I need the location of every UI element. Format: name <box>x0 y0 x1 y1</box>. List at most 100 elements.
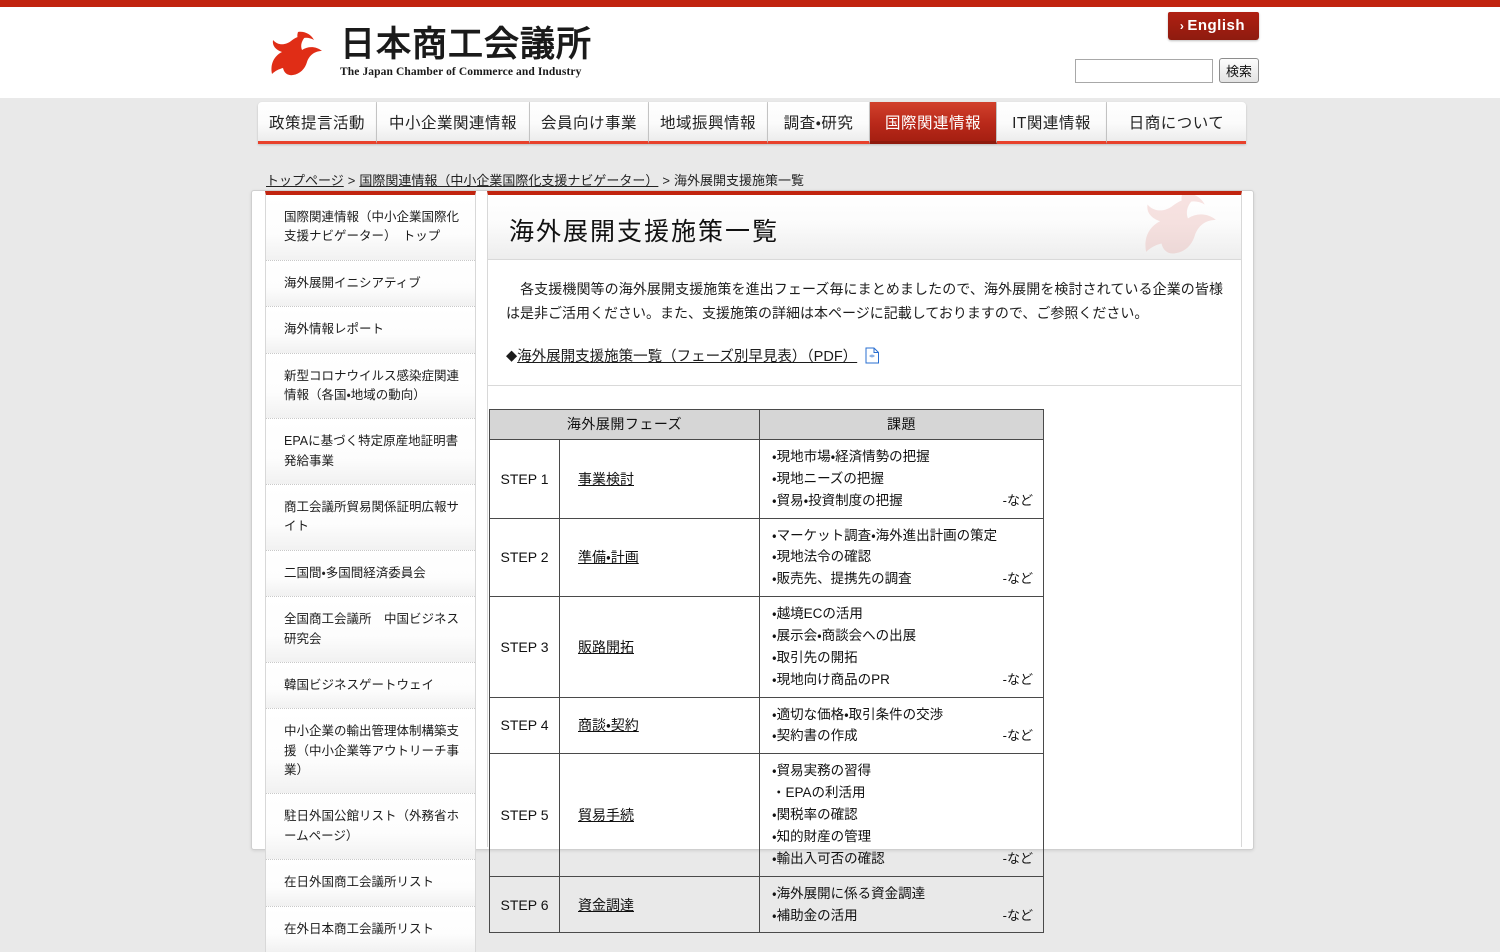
cell-phase: 準備・計画 <box>559 517 760 598</box>
task-line: ・EPAの利活用 <box>772 782 1033 804</box>
sidebar-item-9[interactable]: 中小企業の輸出管理体制構築支援（中小企業等アウトリーチ事業） <box>266 709 475 795</box>
task-text: ・契約書の作成 <box>772 728 858 744</box>
nav-item-0[interactable]: 政策提言活動 <box>258 102 377 144</box>
table-row: STEP 1 事業検討 ・現地市場・経済情勢の把握 ・現地ニーズの把握 ・貿易・投資制度… <box>489 439 1044 519</box>
nav-item-label: 日商について <box>1128 114 1225 132</box>
sidebar-navigation: 国際関連情報（中小企業国際化支援ナビゲーター） トップ海外展開イニシアティブ 海外… <box>265 191 476 952</box>
task-line: ・知的財産の管理 <box>772 826 1033 848</box>
sidebar-item-label: 海外情報レポート <box>284 322 385 337</box>
sidebar-item-12[interactable]: 在外日本商工会議所リスト <box>266 906 475 952</box>
cell-phase: 貿易手続 <box>559 753 760 877</box>
task-etc-label: -など <box>1002 671 1033 687</box>
task-text: ・現地市場・経済情勢の把握 <box>772 449 930 465</box>
task-etc-label: -など <box>1002 907 1033 923</box>
cell-phase: 事業検討 <box>559 439 760 519</box>
sidebar-item-1[interactable]: 海外展開イニシアティブ <box>266 260 475 308</box>
task-text: ・補助金の活用 <box>772 907 858 923</box>
sidebar-item-label: 在日外国商工会議所リスト <box>284 875 435 890</box>
task-line: ・現地法令の確認 <box>772 546 1033 568</box>
sidebar-item-10[interactable]: 駐日外国公館リスト（外務省ホームページ） <box>266 794 475 861</box>
nav-item-3[interactable]: 地域振興情報 <box>649 102 768 144</box>
task-text: ・展示会・商談会への出展 <box>772 628 917 644</box>
task-text: ・貿易実務の習得 <box>772 763 872 779</box>
table-body: STEP 1 事業検討 ・現地市場・経済情勢の把握 ・現地ニーズの把握 ・貿易・投資制度… <box>489 439 1044 934</box>
sidebar-item-label: 商工会議所貿易関係証明広報サイト <box>284 500 460 534</box>
phase-link[interactable]: 資金調達 <box>578 897 634 913</box>
nav-item-2[interactable]: 会員向け事業 <box>530 102 649 144</box>
phase-link[interactable]: 商談・契約 <box>578 717 639 733</box>
english-language-button[interactable]: › English <box>1167 12 1259 40</box>
cell-step: STEP 2 <box>489 517 560 598</box>
phase-link[interactable]: 販路開拓 <box>578 639 634 655</box>
logo-english-text: The Japan Chamber of Commerce and Indust… <box>340 65 582 78</box>
sidebar-item-label: 在外日本商工会議所リスト <box>284 921 435 936</box>
task-line: ・貿易・投資制度の把握 -など <box>772 490 1033 512</box>
sidebar-item-6[interactable]: 二国間・多国間経済委員会 <box>266 550 475 598</box>
nav-item-1[interactable]: 中小企業関連情報 <box>377 102 530 144</box>
nav-item-label: 会員向け事業 <box>540 114 637 132</box>
nav-item-6[interactable]: IT関連情報 <box>997 102 1107 144</box>
table-row: STEP 3 販路開拓 ・越境ECの活用・展示会・商談会への出展 ・取引先の開拓・現地… <box>489 596 1044 698</box>
pdf-document-icon[interactable] <box>865 347 880 364</box>
pdf-link[interactable]: 海外展開支援施策一覧（フェーズ別早見表）（PDF） <box>517 345 857 366</box>
sidebar-item-label: 中小企業の輸出管理体制構築支援（中小企業等アウトリーチ事業） <box>284 724 460 777</box>
sidebar-item-label: 国際関連情報（中小企業国際化支援ナビゲーター） トップ <box>284 210 460 244</box>
sidebar-item-label: 駐日外国公館リスト（外務省ホームページ） <box>284 809 460 843</box>
task-line: ・越境ECの活用 <box>772 603 1033 625</box>
cell-tasks: ・マーケット調査・海外進出計画の策定 ・現地法令の確認 ・販売先、提携先の調査 -など <box>759 517 1044 598</box>
sidebar-item-label: 海外展開イニシアティブ <box>284 275 421 290</box>
task-line: ・適切な価格・取引条件の交渉 <box>772 704 1033 726</box>
task-line: ・貿易実務の習得 <box>772 760 1033 782</box>
sidebar-item-2[interactable]: 海外情報レポート <box>266 307 475 354</box>
task-text: ・現地法令の確認 <box>772 549 872 565</box>
phase-link[interactable]: 貿易手続 <box>578 807 634 823</box>
breadcrumb-item-0[interactable]: トップページ <box>266 173 344 188</box>
task-etc-label: -など <box>1002 571 1033 587</box>
task-text: ・現地向け商品のPR <box>772 671 890 687</box>
cell-step: STEP 3 <box>489 596 560 698</box>
phase-link[interactable]: 事業検討 <box>578 471 634 487</box>
task-line: ・展示会・商談会への出展 <box>772 625 1033 647</box>
sidebar-item-5[interactable]: 商工会議所貿易関係証明広報サイト <box>266 485 475 551</box>
sidebar-item-label: 二国間・多国間経済委員会 <box>284 565 426 580</box>
task-line: ・販売先、提携先の調査 -など <box>772 568 1033 590</box>
column-header-task: 課題 <box>759 409 1044 441</box>
cell-step: STEP 5 <box>489 753 560 877</box>
sidebar-item-4[interactable]: EPAに基づく特定原産地証明書発給事業 <box>266 419 475 485</box>
sidebar-item-8[interactable]: 韓国ビジネスゲートウェイ <box>266 662 475 710</box>
breadcrumb-item-1[interactable]: 国際関連情報（中小企業国際化支援ナビゲーター） <box>359 173 658 188</box>
logo-japanese-text: 日本商工会議所 <box>340 25 593 64</box>
task-etc-label: -など <box>1002 728 1033 744</box>
cell-step: STEP 6 <box>489 875 560 934</box>
diamond-bullet-icon: ◆ <box>506 347 518 364</box>
column-header-phase: 海外展開フェーズ <box>489 409 760 441</box>
cell-tasks: ・適切な価格・取引条件の交渉 ・契約書の作成 -など <box>759 696 1044 755</box>
table-row: STEP 4 商談・契約 ・適切な価格・取引条件の交渉 ・契約書の作成 -など <box>489 696 1044 755</box>
phase-link[interactable]: 準備・計画 <box>578 549 639 565</box>
nav-item-5[interactable]: 国際関連情報 <box>870 102 997 144</box>
table-head: 海外展開フェーズ 課題 <box>489 409 1044 441</box>
task-text: ・適切な価格・取引条件の交渉 <box>772 706 944 722</box>
breadcrumb-item-2: 海外展開支援施策一覧 <box>673 173 804 188</box>
top-red-bar <box>0 0 1500 7</box>
task-line: ・関税率の確認 <box>772 804 1033 826</box>
task-line: ・補助金の活用 -など <box>772 905 1033 927</box>
sidebar-item-7[interactable]: 全国商工会議所 中国ビジネス研究会 <box>266 597 475 663</box>
task-line: ・契約書の作成 -など <box>772 725 1033 747</box>
sidebar-item-11[interactable]: 在日外国商工会議所リスト <box>266 860 475 907</box>
sidebar-item-label: 新型コロナウイルス感染症関連情報（各国・地域の動向） <box>284 368 460 402</box>
breadcrumb: トップページ > 国際関連情報（中小企業国際化支援ナビゲーター） > 海外展開支援施策一… <box>266 170 804 189</box>
task-line: ・現地向け商品のPR -など <box>772 669 1033 691</box>
table-row: STEP 5 貿易手続 ・貿易実務の習得・EPAの利活用 ・関税率の確認 ・知的財産の管… <box>489 753 1044 877</box>
sidebar-item-0[interactable]: 国際関連情報（中小企業国際化支援ナビゲーター） トップ <box>266 195 475 261</box>
cell-phase: 販路開拓 <box>559 596 760 698</box>
sidebar-item-3[interactable]: 新型コロナウイルス感染症関連情報（各国・地域の動向） <box>266 353 475 420</box>
search-button[interactable]: 検索 <box>1218 58 1259 83</box>
task-line: ・取引先の開拓 <box>772 647 1033 669</box>
nav-item-7[interactable]: 日商について <box>1107 102 1246 144</box>
search-input[interactable] <box>1074 58 1213 83</box>
task-text: ・取引先の開拓 <box>772 649 858 665</box>
task-text: ・貿易・投資制度の把握 <box>772 492 903 508</box>
nav-item-4[interactable]: 調査・研究 <box>768 102 870 144</box>
site-logo[interactable]: 日本商工会議所 The Japan Chamber of Commerce an… <box>264 25 593 78</box>
